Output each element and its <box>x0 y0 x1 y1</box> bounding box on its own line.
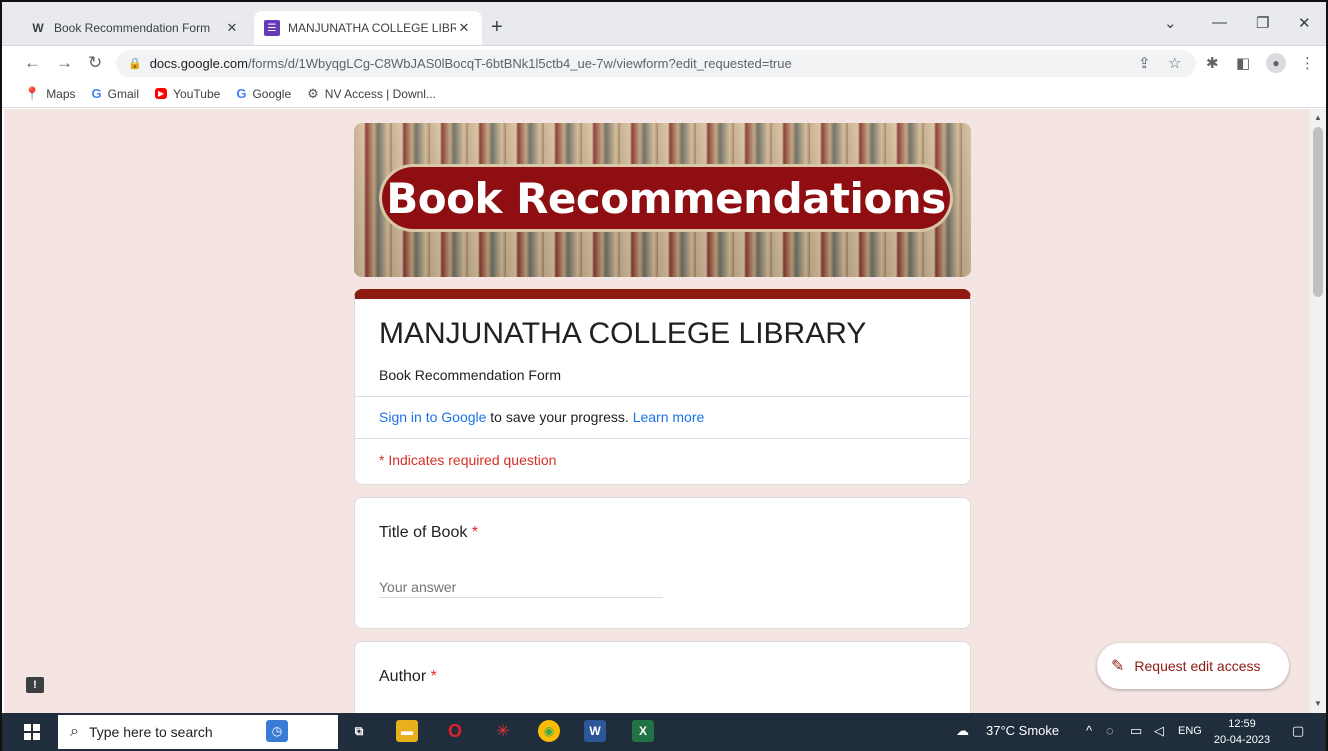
app-asterisk-icon[interactable]: ✳ <box>492 720 514 742</box>
bookmark-nv-access[interactable]: ⚙ NV Access | Downl... <box>307 86 436 102</box>
lock-icon: 🔒 <box>128 58 142 70</box>
title-of-book-input[interactable] <box>379 576 663 598</box>
clock-time: 12:59 <box>1228 718 1256 730</box>
google-g-icon: G <box>236 86 247 101</box>
side-panel-icon[interactable]: ◧ <box>1236 54 1250 72</box>
request-edit-label: Request edit access <box>1134 658 1261 674</box>
scroll-down-icon[interactable]: ▼ <box>1314 699 1322 708</box>
question-label: Title of Book * <box>379 524 478 542</box>
form-title: MANJUNATHA COLLEGE LIBRARY <box>379 317 867 350</box>
weather-icon[interactable]: ☁ <box>956 723 969 739</box>
bookmark-label: Google <box>252 86 292 101</box>
profile-avatar-icon[interactable]: ● <box>1266 53 1286 73</box>
required-asterisk: * <box>467 524 479 541</box>
taskbar-clock[interactable]: 12:59 20-04-2023 <box>1210 716 1274 748</box>
tab-book-recommendation-form[interactable]: W Book Recommendation Form ✕ <box>20 11 250 45</box>
question-text: Author <box>379 668 427 685</box>
url-host: docs.google.com <box>149 56 248 71</box>
feedback-icon[interactable]: ! <box>26 677 44 693</box>
forward-arrow-icon[interactable]: → <box>56 53 73 73</box>
share-icon[interactable]: ⇪ <box>1138 54 1151 72</box>
required-note: * Indicates required question <box>379 452 557 468</box>
learn-more-link[interactable]: Learn more <box>633 409 705 425</box>
wix-favicon-icon: W <box>32 21 44 35</box>
scroll-thumb[interactable] <box>1313 127 1323 297</box>
search-icon: ⌕ <box>70 723 79 740</box>
divider <box>355 438 970 439</box>
location-pin-icon: 📍 <box>24 85 41 101</box>
reload-icon[interactable]: ↻ <box>88 53 102 73</box>
tab-title: Book Recommendation Form <box>54 21 211 35</box>
request-edit-access-button[interactable]: ✎ Request edit access <box>1097 643 1289 689</box>
bookmark-google[interactable]: G Google <box>236 86 291 101</box>
google-forms-favicon-icon: ☰ <box>264 20 280 36</box>
bookmark-label: YouTube <box>173 86 221 101</box>
form-page: Book Recommendations MANJUNATHA COLLEGE … <box>4 109 1310 713</box>
pencil-icon: ✎ <box>1111 658 1125 675</box>
bookmark-label: NV Access | Downl... <box>324 86 436 101</box>
language-indicator[interactable]: ENG <box>1178 725 1202 737</box>
banner-title: Book Recommendations <box>382 167 950 229</box>
volume-muted-icon[interactable]: ◁ <box>1154 723 1164 739</box>
bookmark-gmail[interactable]: G Gmail <box>92 86 139 101</box>
url-path: /forms/d/1WbyqgLCg-C8WbJAS0lBocqT-6btBNk… <box>247 56 792 71</box>
extensions-puzzle-icon[interactable]: ✱ <box>1206 54 1219 72</box>
bookmark-maps[interactable]: 📍 Maps <box>24 86 76 102</box>
google-g-icon: G <box>91 86 102 101</box>
weather-text[interactable]: 37°C Smoke <box>986 723 1059 738</box>
bookmark-label: Maps <box>46 86 76 101</box>
windows-start-icon[interactable] <box>24 724 40 740</box>
close-tab-icon[interactable]: ✕ <box>456 20 472 36</box>
close-window-icon[interactable]: ✕ <box>1298 14 1311 32</box>
clock-date: 20-04-2023 <box>1213 734 1271 746</box>
back-arrow-icon[interactable]: ← <box>24 53 41 73</box>
close-tab-icon[interactable]: ✕ <box>224 20 240 36</box>
bookmark-label: Gmail <box>107 86 139 101</box>
new-tab-button[interactable]: + <box>491 16 503 39</box>
opera-icon[interactable]: O <box>444 720 466 742</box>
question-text: Title of Book <box>379 524 468 541</box>
notification-icon[interactable]: ▢ <box>1292 723 1304 739</box>
cortana-widget-icon[interactable]: ◷ <box>266 720 288 742</box>
taskbar-search-box[interactable]: ⌕ Type here to search <box>58 715 338 749</box>
page-scrollbar[interactable]: ▲ ▼ <box>1310 109 1326 713</box>
minimize-icon[interactable]: — <box>1212 14 1227 31</box>
tab-search-chevron-icon[interactable]: ⌄ <box>1164 14 1177 32</box>
task-view-icon[interactable]: ⧉ <box>348 720 370 742</box>
question-label: Author * <box>379 668 437 686</box>
bookmark-star-icon[interactable]: ☆ <box>1168 54 1181 72</box>
youtube-icon: ▶ <box>155 88 168 99</box>
required-asterisk: * <box>426 668 437 685</box>
browser-window: W Book Recommendation Form ✕ ☰ MANJUNATH… <box>0 0 1328 751</box>
word-icon[interactable]: W <box>584 720 606 742</box>
divider <box>355 396 970 397</box>
network-icon[interactable]: ▭ <box>1130 723 1142 739</box>
signin-text: to save your progress. <box>486 409 633 425</box>
toolbar: ← → ↻ 🔒 docs.google.com/forms/d/1WbyqgLC… <box>2 46 1326 80</box>
restore-icon[interactable]: ❐ <box>1256 14 1269 32</box>
signin-prompt: Sign in to Google to save your progress.… <box>379 409 704 425</box>
signin-link[interactable]: Sign in to Google <box>379 409 486 425</box>
chrome-icon[interactable]: ◉ <box>538 720 560 742</box>
bookmark-youtube[interactable]: ▶ YouTube <box>155 87 220 101</box>
scroll-up-icon[interactable]: ▲ <box>1314 113 1322 122</box>
question-title-of-book: Title of Book * <box>354 497 971 629</box>
tab-title: MANJUNATHA COLLEGE LIBRAR <box>288 21 456 35</box>
header-banner-image: Book Recommendations <box>354 123 971 277</box>
windows-taskbar: ⌕ Type here to search ◷ ⧉ ▬ O ✳ ◉ W X ☁ … <box>2 713 1326 751</box>
question-author: Author * <box>354 641 971 713</box>
search-placeholder: Type here to search <box>88 724 213 740</box>
form-description: Book Recommendation Form <box>379 367 562 383</box>
tab-strip: W Book Recommendation Form ✕ ☰ MANJUNATH… <box>2 2 1326 46</box>
address-bar[interactable]: 🔒 docs.google.com/forms/d/1WbyqgLCg-C8Wb… <box>116 50 1196 77</box>
excel-icon[interactable]: X <box>632 720 654 742</box>
menu-kebab-icon[interactable]: ⋮ <box>1300 54 1315 72</box>
gear-icon: ⚙ <box>307 85 319 101</box>
file-explorer-icon[interactable]: ▬ <box>396 720 418 742</box>
meet-now-icon[interactable]: ◌ <box>1106 723 1114 738</box>
tab-manjunatha-college-library[interactable]: ☰ MANJUNATHA COLLEGE LIBRAR ✕ <box>254 11 482 45</box>
tray-expand-icon[interactable]: ^ <box>1086 723 1092 738</box>
form-header-card: MANJUNATHA COLLEGE LIBRARY Book Recommen… <box>354 289 971 485</box>
bookmarks-bar: 📍 Maps G Gmail ▶ YouTube G Google ⚙ NV A… <box>2 80 1326 108</box>
